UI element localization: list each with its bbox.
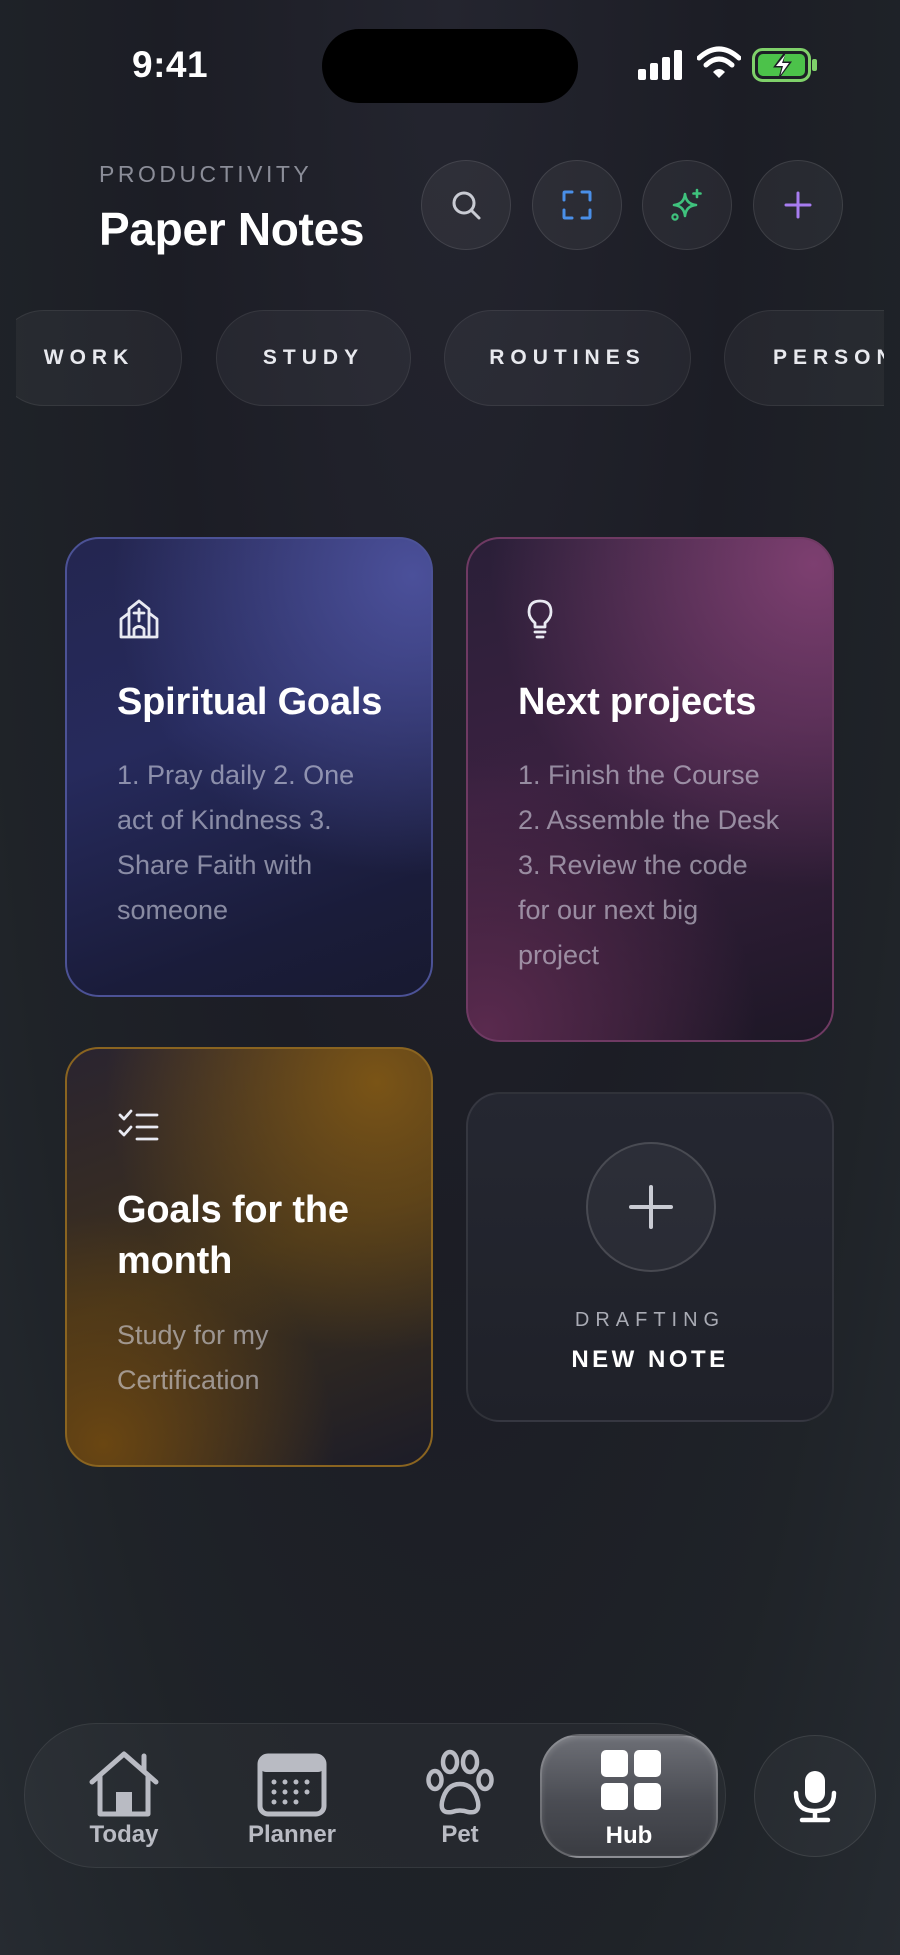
lightbulb-icon: [527, 599, 553, 639]
tab-label: Pet: [441, 1821, 479, 1848]
chip-work[interactable]: WORK: [16, 310, 182, 406]
new-note-plus-button[interactable]: [586, 1142, 716, 1272]
note-preview: 1. Finish the Course 2. Assemble the Des…: [518, 760, 780, 970]
wifi-icon: [697, 46, 741, 78]
chip-routines[interactable]: ROUTINES: [444, 310, 691, 406]
tab-label: Planner: [247, 1821, 337, 1848]
dynamic-island: [322, 29, 578, 103]
category-filter-bar: WORK STUDY ROUTINES PERSON: [16, 310, 884, 408]
tab-hub[interactable]: Hub: [540, 1734, 718, 1858]
note-title: Spiritual Goals: [117, 681, 383, 723]
new-note-label: NEW NOTE: [571, 1346, 729, 1373]
tab-label: Today: [89, 1821, 159, 1848]
chip-study[interactable]: STUDY: [216, 310, 411, 406]
battery-charging-icon: [752, 48, 817, 82]
note-title: Goals for the month: [117, 1189, 349, 1282]
note-card-next-projects[interactable]: Next projects 1. Finish the Course 2. As…: [466, 537, 834, 1042]
checklist-icon: [118, 1109, 159, 1141]
ai-sparkles-button[interactable]: [642, 160, 732, 250]
note-card-spiritual-goals[interactable]: Spiritual Goals 1. Pray daily 2. One act…: [65, 537, 433, 997]
add-note-button[interactable]: [753, 160, 843, 250]
note-preview: 1. Pray daily 2. One act of Kindness 3. …: [117, 760, 355, 925]
search-icon: [452, 191, 481, 220]
bottom-tab-bar: Today Planner Pet Hub: [24, 1723, 726, 1868]
plus-icon: [784, 191, 812, 219]
tab-today[interactable]: Today: [49, 1724, 199, 1869]
search-button[interactable]: [421, 160, 511, 250]
microphone-icon: [793, 1771, 837, 1823]
new-note-eyebrow: DRAFTING: [574, 1309, 726, 1331]
note-card-goals-for-the-month[interactable]: Goals for the month Study for my Certifi…: [65, 1047, 433, 1467]
page-title: Paper Notes: [99, 203, 365, 255]
church-icon: [119, 599, 159, 639]
status-time: 9:41: [132, 44, 209, 85]
scan-icon: [562, 190, 592, 220]
section-eyebrow: PRODUCTIVITY: [99, 161, 313, 187]
plus-icon: [629, 1185, 673, 1229]
home-icon: [89, 1751, 159, 1817]
note-preview: Study for my Certification: [117, 1320, 269, 1395]
tab-label: Hub: [605, 1822, 653, 1849]
sparkles-icon: [671, 188, 702, 221]
cellular-signal-icon: [638, 50, 682, 80]
tab-planner[interactable]: Planner: [217, 1724, 367, 1869]
tab-pet[interactable]: Pet: [385, 1724, 535, 1869]
calendar-icon: [257, 1753, 327, 1817]
scan-button[interactable]: [532, 160, 622, 250]
new-note-card[interactable]: DRAFTING NEW NOTE: [466, 1092, 834, 1422]
grid-icon: [601, 1750, 661, 1810]
status-bar: 9:41: [0, 0, 900, 130]
voice-note-button[interactable]: [754, 1735, 876, 1857]
paw-icon: [426, 1749, 494, 1815]
chip-personal[interactable]: PERSON: [724, 310, 884, 406]
note-title: Next projects: [518, 681, 757, 723]
